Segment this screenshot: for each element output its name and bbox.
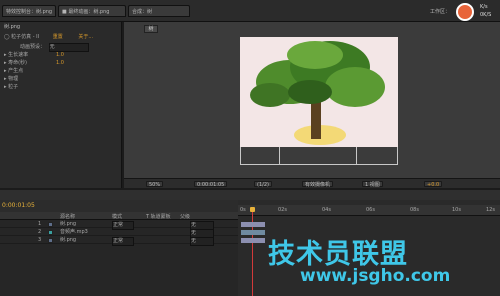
param-row[interactable]: ▸ 生长速率 1.0 (4, 52, 64, 59)
param-row[interactable]: ▸ 物理 (4, 76, 18, 83)
download-rate: 0K/S (480, 12, 492, 18)
comp-canvas[interactable] (240, 37, 398, 147)
tree-image (250, 41, 385, 145)
col-parent: 父级 (180, 214, 191, 220)
camera-select[interactable]: 有效摄像机 (302, 181, 334, 188)
effect-name: ◯ 粒子仿真 - II (4, 34, 40, 40)
about-button[interactable]: 关于... (78, 34, 93, 40)
zoom-select[interactable]: 50% (146, 181, 164, 188)
exposure-offset[interactable]: +0.0 (424, 181, 443, 188)
param-row[interactable]: ▸ 产生点 (4, 68, 23, 75)
preset-select[interactable]: 无 (48, 43, 89, 52)
upload-rate: K/s (480, 4, 488, 10)
top-bar: 特效控制台：树.png ■ 最终动画：树.png 合成：树 工作区： K/s 0… (0, 0, 500, 22)
timeline-columns: 源名称 模式 T 轨道蒙板 父级 (0, 212, 238, 220)
layer-bar[interactable] (241, 222, 265, 227)
image-icon (48, 238, 53, 243)
col-mode: 模式 (112, 214, 123, 220)
effect-name-row[interactable]: ◯ 粒子仿真 - II 重置 关于... (4, 34, 93, 41)
col-source: 源名称 (60, 214, 76, 220)
title-safe-guide (240, 147, 398, 165)
col-trkmat: T 轨道蒙板 (146, 214, 171, 220)
workspace-label: 工作区： (430, 9, 451, 15)
timeline-timecode[interactable]: 0:00:01:05 (2, 202, 35, 209)
watermark-url: www.jsgho.com (300, 266, 451, 286)
timeline-header: 0:00:01:05 (0, 200, 238, 212)
effects-panel: 树.png ◯ 粒子仿真 - II 重置 关于... 动画预设： 无 ▸ 生长速… (0, 22, 122, 188)
layer-row[interactable]: 2 音频声.mp3 无 (0, 229, 238, 238)
audio-icon (48, 230, 53, 235)
param-row[interactable]: ▸ 粒子 (4, 84, 18, 91)
layer-row[interactable]: 3 树.png 正常 无 (0, 237, 238, 246)
viewer-toolbar: 50% 0:00:01:05 (1/2) 有效摄像机 1 视图 +0.0 (124, 178, 500, 188)
panel-title: 树.png (4, 24, 21, 30)
image-icon (48, 222, 53, 227)
comp-tab[interactable]: 树 (144, 25, 158, 33)
layer-bar[interactable] (241, 230, 265, 235)
preset-label: 动画预设： (20, 44, 46, 50)
speed-meter-icon[interactable] (456, 3, 474, 21)
layer-bar[interactable] (241, 238, 265, 243)
preset-row[interactable]: 动画预设： 无 (20, 43, 89, 52)
tab-composition[interactable]: 合成：树 (128, 5, 190, 17)
timecode-display[interactable]: 0:00:01:05 (194, 181, 228, 188)
param-row[interactable]: ▸ 寿命(秒) 1.0 (4, 60, 64, 67)
reset-button[interactable]: 重置 (53, 34, 63, 40)
timeline-tabs (0, 190, 500, 200)
layer-row[interactable]: 1 树.png 正常 无 (0, 221, 238, 230)
resolution-select[interactable]: (1/2) (254, 181, 272, 188)
tab-effects-controls[interactable]: 特效控制台：树.png (2, 5, 56, 17)
tab-source[interactable]: ■ 最终动画：树.png (58, 5, 126, 17)
views-select[interactable]: 1 视图 (362, 181, 383, 188)
time-ruler[interactable]: 0s 02s 04s 06s 08s 10s 12s (238, 205, 500, 216)
